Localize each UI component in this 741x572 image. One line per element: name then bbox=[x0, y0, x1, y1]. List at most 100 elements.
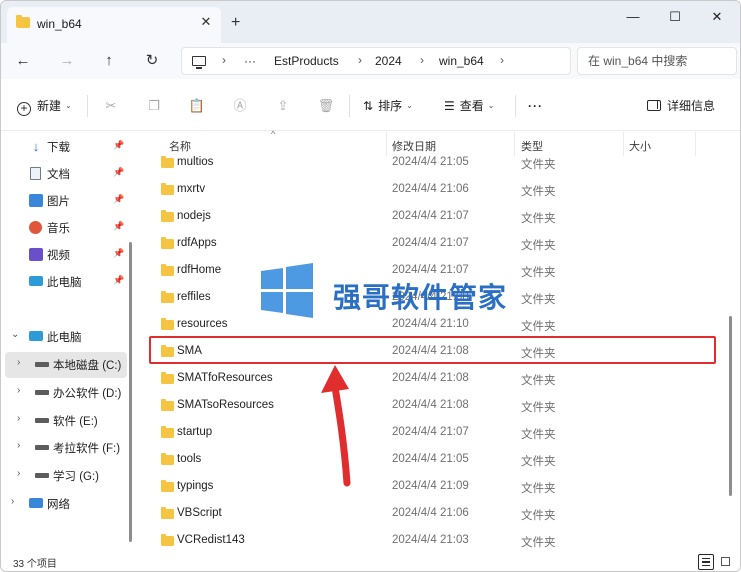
tab-close-icon[interactable]: ✕ bbox=[197, 13, 215, 31]
watermark-text: 强哥软件管家 bbox=[333, 282, 508, 313]
nav-item-drive-c[interactable]: › 本地磁盘 (C:) bbox=[5, 352, 127, 378]
maximize-button[interactable]: ☐ bbox=[661, 7, 689, 27]
nav-item-music[interactable]: 音乐 📌 bbox=[1, 215, 129, 241]
nav-item-drive-f[interactable]: › 考拉软件 (F:) bbox=[1, 435, 129, 461]
nav-label: 此电脑 bbox=[47, 277, 82, 289]
new-button[interactable]: + 新建 ⌄ bbox=[17, 95, 72, 117]
file-date: 2024/4/4 21:03 bbox=[392, 534, 469, 546]
rename-icon[interactable]: Ⓐ bbox=[231, 97, 249, 115]
minimize-button[interactable]: — bbox=[619, 7, 647, 27]
copy-icon[interactable]: ❐ bbox=[145, 97, 163, 115]
new-tab-button[interactable]: + bbox=[231, 15, 240, 31]
title-bar: win_b64 ✕ + — ☐ ✕ bbox=[1, 1, 740, 43]
file-date: 2024/4/4 21:07 bbox=[392, 237, 469, 249]
file-list-scrollbar[interactable] bbox=[729, 316, 732, 496]
details-pane-button[interactable]: 详细信息 bbox=[647, 95, 715, 117]
this-pc-icon bbox=[29, 331, 43, 341]
chevron-right-icon[interactable]: › bbox=[222, 53, 226, 67]
tiles-view-button[interactable] bbox=[718, 554, 734, 570]
new-label: 新建 bbox=[37, 99, 62, 113]
chevron-down-icon: ⌄ bbox=[487, 101, 495, 110]
pin-icon: 📌 bbox=[113, 248, 125, 258]
search-input[interactable] bbox=[578, 48, 728, 74]
nav-item-pictures[interactable]: 图片 📌 bbox=[1, 188, 129, 214]
folder-icon bbox=[161, 453, 174, 465]
nav-scrollbar[interactable] bbox=[129, 242, 132, 542]
folder-icon bbox=[161, 426, 174, 438]
paste-icon[interactable]: 📋 bbox=[188, 97, 206, 115]
file-row[interactable]: nodejs 2024/4/4 21:07 文件夹 bbox=[149, 204, 709, 231]
file-name: nodejs bbox=[177, 210, 211, 222]
folder-icon bbox=[161, 183, 174, 195]
breadcrumb-estproducts[interactable]: EstProducts bbox=[274, 54, 339, 68]
highlight-box bbox=[149, 336, 716, 364]
file-date: 2024/4/4 21:07 bbox=[392, 264, 469, 276]
nav-item-drive-g[interactable]: › 学习 (G:) bbox=[1, 463, 129, 489]
forward-button[interactable]: → bbox=[57, 51, 77, 71]
chevron-right-icon[interactable]: › bbox=[420, 53, 424, 67]
nav-item-videos[interactable]: 视频 📌 bbox=[1, 242, 129, 268]
nav-item-downloads[interactable]: ↓ 下载 📌 bbox=[1, 134, 129, 160]
nav-label: 软件 (E:) bbox=[53, 416, 98, 428]
folder-icon bbox=[161, 480, 174, 492]
nav-item-this-pc[interactable]: ⌄ 此电脑 bbox=[1, 324, 129, 350]
file-row[interactable]: multios 2024/4/4 21:05 文件夹 bbox=[149, 150, 709, 177]
chevron-right-icon[interactable]: › bbox=[11, 496, 14, 507]
file-date: 2024/4/4 21:05 bbox=[392, 453, 469, 465]
file-row[interactable]: SMATfoResources 2024/4/4 21:08 文件夹 bbox=[149, 366, 709, 393]
more-options-button[interactable]: ··· bbox=[528, 95, 543, 117]
chevron-right-icon[interactable]: › bbox=[17, 440, 20, 451]
close-window-button[interactable]: ✕ bbox=[703, 7, 731, 27]
back-button[interactable]: ← bbox=[13, 51, 33, 71]
breadcrumb-win-b64[interactable]: win_b64 bbox=[439, 54, 484, 68]
nav-label: 办公软件 (D:) bbox=[53, 388, 122, 400]
nav-item-network[interactable]: › 网络 bbox=[1, 491, 129, 517]
sort-icon: ⇅ bbox=[363, 99, 374, 113]
file-type: 文件夹 bbox=[521, 510, 556, 522]
file-name: reffiles bbox=[177, 291, 211, 303]
address-bar[interactable]: › ··· EstProducts › 2024 › win_b64 › bbox=[181, 47, 571, 75]
drive-icon bbox=[35, 390, 49, 395]
nav-item-drive-d[interactable]: › 办公软件 (D:) bbox=[1, 380, 129, 406]
file-name: resources bbox=[177, 318, 228, 330]
file-row[interactable]: startup 2024/4/4 21:07 文件夹 bbox=[149, 420, 709, 447]
share-icon[interactable]: ⇪ bbox=[274, 97, 292, 115]
file-type: 文件夹 bbox=[521, 294, 556, 306]
breadcrumb-2024[interactable]: 2024 bbox=[375, 54, 402, 68]
nav-item-this-pc-quick[interactable]: 此电脑 📌 bbox=[1, 269, 129, 295]
file-type: 文件夹 bbox=[521, 537, 556, 549]
chevron-right-icon[interactable]: › bbox=[500, 53, 504, 67]
drive-icon bbox=[35, 473, 49, 478]
breadcrumb-more[interactable]: ··· bbox=[244, 54, 256, 68]
chevron-right-icon[interactable]: › bbox=[17, 468, 20, 479]
file-row[interactable]: tools 2024/4/4 21:05 文件夹 bbox=[149, 447, 709, 474]
file-date: 2024/4/4 21:07 bbox=[392, 426, 469, 438]
cut-icon[interactable]: ✂ bbox=[102, 97, 120, 115]
tab-win-b64[interactable]: win_b64 ✕ bbox=[7, 7, 221, 43]
delete-icon[interactable]: 🗑 bbox=[317, 97, 335, 115]
sort-button[interactable]: ⇅ 排序 ⌄ bbox=[363, 95, 413, 117]
chevron-down-icon[interactable]: ⌄ bbox=[11, 329, 19, 340]
refresh-button[interactable]: ↻ bbox=[142, 51, 162, 71]
view-button[interactable]: ☰ 查看 ⌄ bbox=[444, 95, 494, 117]
details-view-button[interactable] bbox=[698, 554, 714, 570]
chevron-right-icon[interactable]: › bbox=[17, 357, 20, 368]
file-name: mxrtv bbox=[177, 183, 206, 195]
file-row[interactable]: mxrtv 2024/4/4 21:06 文件夹 bbox=[149, 177, 709, 204]
chevron-right-icon[interactable]: › bbox=[17, 385, 20, 396]
nav-item-drive-e[interactable]: › 软件 (E:) bbox=[1, 408, 129, 434]
chevron-right-icon[interactable]: › bbox=[17, 413, 20, 424]
file-row[interactable]: SMATsoResources 2024/4/4 21:08 文件夹 bbox=[149, 393, 709, 420]
file-name: SMATfoResources bbox=[177, 372, 273, 384]
search-box[interactable] bbox=[577, 47, 737, 75]
folder-icon bbox=[161, 318, 174, 330]
sort-ascending-icon: ^ bbox=[271, 129, 276, 139]
nav-item-documents[interactable]: 文档 📌 bbox=[1, 161, 129, 187]
file-row[interactable]: resources 2024/4/4 21:10 文件夹 bbox=[149, 312, 709, 339]
file-type: 文件夹 bbox=[521, 240, 556, 252]
file-row[interactable]: VBScript 2024/4/4 21:06 文件夹 bbox=[149, 501, 709, 528]
file-row[interactable]: typings 2024/4/4 21:09 文件夹 bbox=[149, 474, 709, 501]
file-row[interactable]: rdfApps 2024/4/4 21:07 文件夹 bbox=[149, 231, 709, 258]
up-button[interactable]: ↑ bbox=[99, 51, 119, 71]
chevron-right-icon[interactable]: › bbox=[358, 53, 362, 67]
